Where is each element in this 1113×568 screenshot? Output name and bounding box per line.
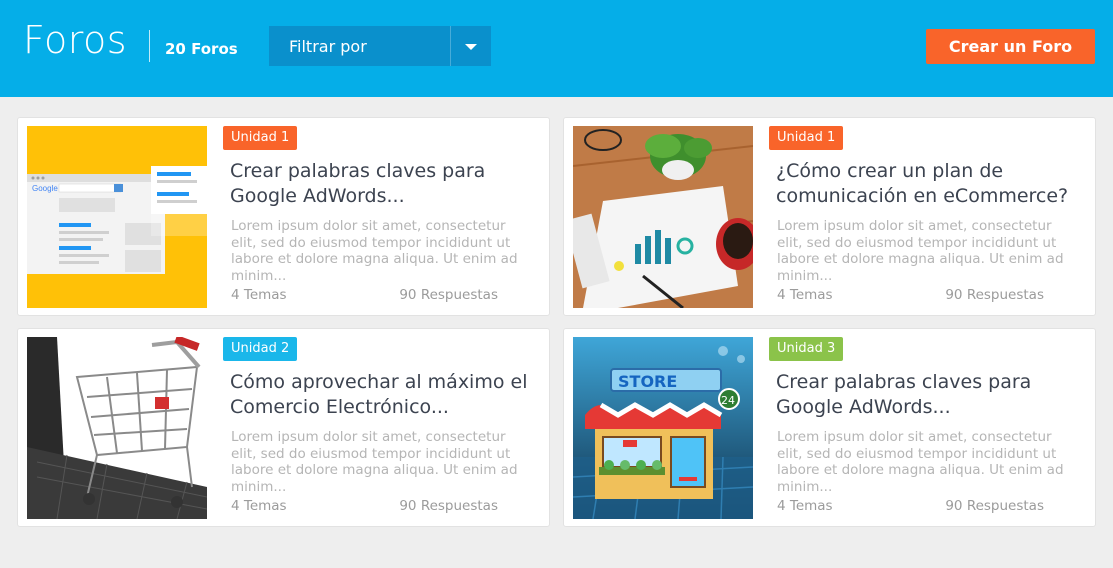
filter-separator — [450, 26, 451, 66]
card-title[interactable]: Crear palabras claves para Google AdWord… — [230, 159, 535, 209]
filter-dropdown[interactable]: Filtrar por — [269, 26, 491, 66]
forum-card[interactable]: Unidad 2 Cómo aprovechar al máximo el Co… — [17, 328, 550, 527]
card-thumbnail-ecommerce-plan — [573, 126, 753, 308]
card-title[interactable]: ¿Cómo crear un plan de comunicación en e… — [776, 159, 1081, 209]
replies-count: 90 Respuestas — [945, 287, 1044, 303]
page-title: Foros — [23, 18, 128, 62]
replies-count: 90 Respuestas — [399, 287, 498, 303]
card-title[interactable]: Cómo aprovechar al máximo el Comercio El… — [230, 370, 535, 420]
forum-count: 20 Foros — [165, 40, 238, 58]
forum-card[interactable]: STORE 24 Unidad 3 Crear palabras claves … — [563, 328, 1096, 527]
unit-badge: Unidad 1 — [769, 126, 844, 150]
forum-card[interactable]: Google Unidad 1 Crear palabras claves pa… — [17, 117, 550, 316]
card-description: Lorem ipsum dolor sit amet, consectetur … — [231, 218, 518, 284]
card-thumbnail-shopping-cart — [27, 337, 207, 519]
card-description: Lorem ipsum dolor sit amet, consectetur … — [777, 218, 1064, 284]
card-4-image-subtext: 24 — [721, 394, 735, 407]
topics-count: 4 Temas — [777, 498, 833, 514]
replies-count: 90 Respuestas — [399, 498, 498, 514]
create-forum-button[interactable]: Crear un Foro — [926, 29, 1095, 64]
unit-badge: Unidad 1 — [223, 126, 298, 150]
card-thumbnail-online-store: STORE 24 — [573, 337, 753, 519]
forum-card[interactable]: Unidad 1 ¿Cómo crear un plan de comunica… — [563, 117, 1096, 316]
card-thumbnail-google-adwords: Google — [27, 126, 207, 308]
card-title[interactable]: Crear palabras claves para Google AdWord… — [776, 370, 1081, 420]
unit-badge: Unidad 3 — [769, 337, 844, 361]
card-description: Lorem ipsum dolor sit amet, consectetur … — [231, 429, 518, 495]
replies-count: 90 Respuestas — [945, 498, 1044, 514]
topics-count: 4 Temas — [231, 287, 287, 303]
chevron-down-icon[interactable] — [465, 44, 477, 50]
card-4-image-text: STORE — [618, 372, 677, 391]
header-divider — [149, 30, 150, 62]
header-bar: Foros 20 Foros Filtrar por Crear un Foro — [0, 0, 1113, 97]
unit-badge: Unidad 2 — [223, 337, 298, 361]
topics-count: 4 Temas — [777, 287, 833, 303]
filter-label: Filtrar por — [289, 37, 367, 56]
topics-count: 4 Temas — [231, 498, 287, 514]
card-1-image-text: Google — [32, 184, 58, 193]
card-description: Lorem ipsum dolor sit amet, consectetur … — [777, 429, 1064, 495]
